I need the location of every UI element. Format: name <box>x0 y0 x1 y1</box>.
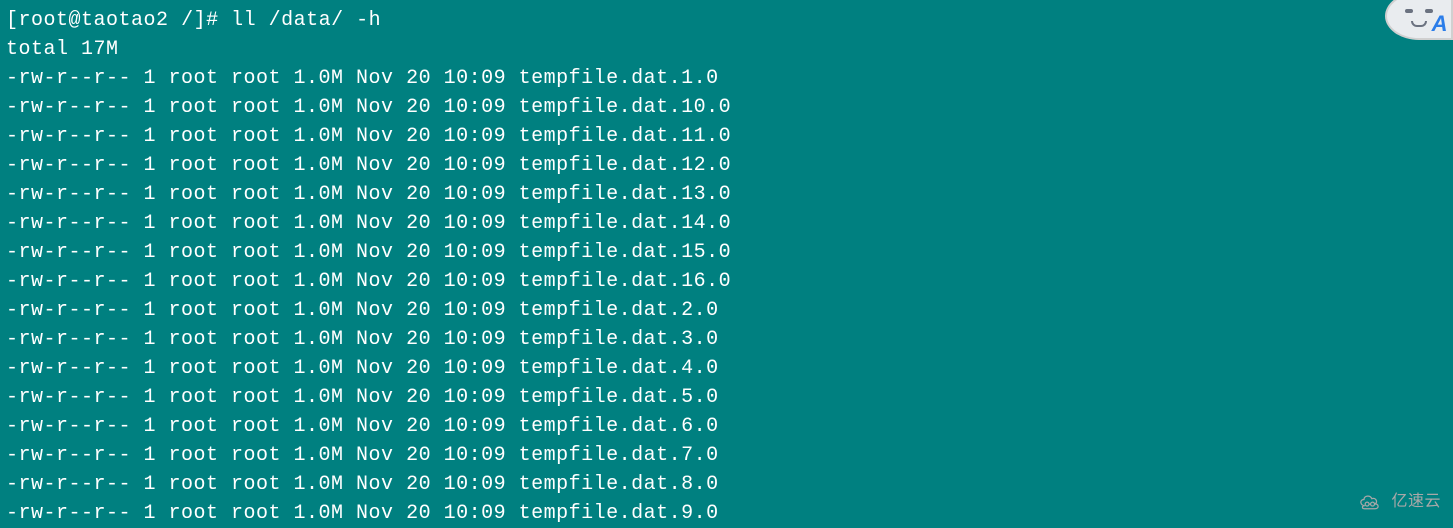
file-row: -rw-r--r-- 1 root root 1.0M Nov 20 10:09… <box>6 325 1447 354</box>
command-text: ll /data/ -h <box>231 9 381 32</box>
watermark-text: 亿速云 <box>1391 490 1441 513</box>
file-row: -rw-r--r-- 1 root root 1.0M Nov 20 10:09… <box>6 209 1447 238</box>
file-row: -rw-r--r-- 1 root root 1.0M Nov 20 10:09… <box>6 180 1447 209</box>
file-row: -rw-r--r-- 1 root root 1.0M Nov 20 10:09… <box>6 441 1447 470</box>
avatar-letter: A <box>1432 8 1448 40</box>
file-row: -rw-r--r-- 1 root root 1.0M Nov 20 10:09… <box>6 122 1447 151</box>
prompt-line: [root@taotao2 /]# ll /data/ -h <box>6 6 1447 35</box>
terminal-output[interactable]: [root@taotao2 /]# ll /data/ -h total 17M… <box>6 6 1447 528</box>
file-row: -rw-r--r-- 1 root root 1.0M Nov 20 10:09… <box>6 383 1447 412</box>
file-row: -rw-r--r-- 1 root root 1.0M Nov 20 10:09… <box>6 412 1447 441</box>
file-row: -rw-r--r-- 1 root root 1.0M Nov 20 10:09… <box>6 267 1447 296</box>
file-row: -rw-r--r-- 1 root root 1.0M Nov 20 10:09… <box>6 93 1447 122</box>
prompt-text: [root@taotao2 /]# ll /data/ -h <box>6 9 381 32</box>
file-row: -rw-r--r-- 1 root root 1.0M Nov 20 10:09… <box>6 354 1447 383</box>
cloud-logo-icon <box>1357 491 1385 511</box>
file-row: -rw-r--r-- 1 root root 1.0M Nov 20 10:09… <box>6 238 1447 267</box>
watermark: 亿速云 <box>1357 490 1441 513</box>
file-row: -rw-r--r-- 1 root root 1.0M Nov 20 10:09… <box>6 296 1447 325</box>
file-row: -rw-r--r-- 1 root root 1.0M Nov 20 10:09… <box>6 64 1447 93</box>
file-row: -rw-r--r-- 1 root root 1.0M Nov 20 10:09… <box>6 151 1447 180</box>
total-line: total 17M <box>6 35 1447 64</box>
file-listing: -rw-r--r-- 1 root root 1.0M Nov 20 10:09… <box>6 64 1447 528</box>
file-row: -rw-r--r-- 1 root root 1.0M Nov 20 10:09… <box>6 499 1447 528</box>
file-row: -rw-r--r-- 1 root root 1.0M Nov 20 10:09… <box>6 470 1447 499</box>
